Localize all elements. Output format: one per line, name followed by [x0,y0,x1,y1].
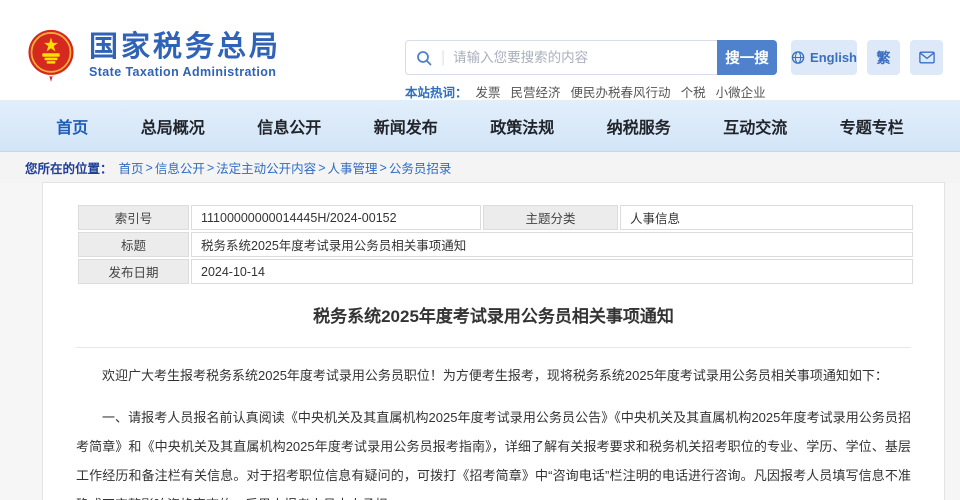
table-row: 索引号 11100000000014445H/2024-00152 主题分类 人… [76,203,915,232]
title-divider [76,347,911,348]
meta-label-publish-date: 发布日期 [76,257,191,286]
breadcrumb-separator: > [206,160,215,175]
traditional-chinese-button[interactable]: 繁 [867,40,900,75]
main-nav: 首页 总局概况 信息公开 新闻发布 政策法规 纳税服务 互动交流 专题专栏 [0,100,960,152]
table-row: 标题 税务系统2025年度考试录用公务员相关事项通知 [76,230,915,259]
search-area: | 搜一搜 English 繁 [405,40,943,75]
search-icon [417,50,432,65]
mail-button[interactable] [910,40,943,75]
envelope-icon [918,51,935,64]
breadcrumb-item-hr-management[interactable]: 人事管理 [328,158,378,177]
hot-word-link[interactable]: 个税 [681,82,706,101]
table-row: 发布日期 2024-10-14 [76,257,915,286]
hot-words-bar: 本站热词： 发票 民营经济 便民办税春风行动 个税 小微企业 [405,82,776,101]
meta-label-topic-category: 主题分类 [481,203,620,232]
article-paragraph: 一、请报考人员报名前认真阅读《中央机关及其直属机构2025年度考试录用公务员公告… [76,410,911,500]
site-subtitle: State Taxation Administration [89,65,277,79]
breadcrumb-separator: > [379,160,387,175]
hot-words-label: 本站热词： [405,86,468,100]
nav-item-home[interactable]: 首页 [56,114,88,138]
brand-text: 国家税务总局 State Taxation Administration [89,31,281,79]
nav-item-info-disclosure[interactable]: 信息公开 [257,114,321,138]
nav-item-news[interactable]: 新闻发布 [374,114,438,138]
meta-value-publish-date: 2024-10-14 [189,257,915,286]
english-language-button[interactable]: English [791,40,857,75]
meta-value-title: 税务系统2025年度考试录用公务员相关事项通知 [189,230,915,259]
search-input[interactable] [453,50,707,65]
page: 国家税务总局 State Taxation Administration | 搜… [0,0,960,500]
search-divider: | [441,48,446,66]
site-title: 国家税务总局 [89,31,282,63]
nav-item-interaction[interactable]: 互动交流 [723,114,787,138]
meta-value-index-number: 11100000000014445H/2024-00152 [189,203,483,232]
breadcrumb-label: 您所在的位置： [25,162,113,176]
meta-table: 索引号 11100000000014445H/2024-00152 主题分类 人… [76,203,915,286]
article-title: 税务系统2025年度考试录用公务员相关事项通知 [313,307,674,326]
nav-item-special-topics[interactable]: 专题专栏 [840,114,904,138]
breadcrumb-item-civil-servant-recruitment[interactable]: 公务员招录 [389,158,452,177]
meta-label-title: 标题 [76,230,191,259]
brand-logo-group[interactable]: 国家税务总局 State Taxation Administration [25,27,281,83]
article-body: 欢迎广大考生报考税务系统2025年度考试录用公务员职位！为方便考生报考，现将税务… [76,361,911,500]
meta-label-index-number: 索引号 [76,203,191,232]
hot-word-link[interactable]: 民营经济 [511,82,561,101]
hot-word-link[interactable]: 便民办税春风行动 [571,82,671,101]
site-header: 国家税务总局 State Taxation Administration | 搜… [0,0,960,100]
article-paragraph: 欢迎广大考生报考税务系统2025年度考试录用公务员职位！为方便考生报考，现将税务… [102,368,888,383]
breadcrumb-separator: > [318,160,326,175]
hot-word-link[interactable]: 发票 [476,82,501,101]
meta-value-topic-category: 人事信息 [618,203,915,232]
search-box[interactable]: | [405,40,717,75]
hot-word-link[interactable]: 小微企业 [716,82,766,101]
breadcrumb-item-statutory-content[interactable]: 法定主动公开内容 [216,158,316,177]
english-label: English [810,50,857,65]
globe-icon [791,51,805,64]
nav-item-tax-services[interactable]: 纳税服务 [607,114,671,138]
article-card: 索引号 11100000000014445H/2024-00152 主题分类 人… [42,182,945,500]
breadcrumb: 您所在的位置： 首页 > 信息公开 > 法定主动公开内容 > 人事管理 > 公务… [0,152,960,183]
breadcrumb-item-info-disclosure[interactable]: 信息公开 [155,158,205,177]
breadcrumb-item-home[interactable]: 首页 [119,158,144,177]
nav-item-overview[interactable]: 总局概况 [141,114,205,138]
breadcrumb-separator: > [145,160,153,175]
nav-item-policies[interactable]: 政策法规 [490,114,554,138]
search-button[interactable]: 搜一搜 [717,40,777,75]
national-emblem-icon [28,29,74,82]
